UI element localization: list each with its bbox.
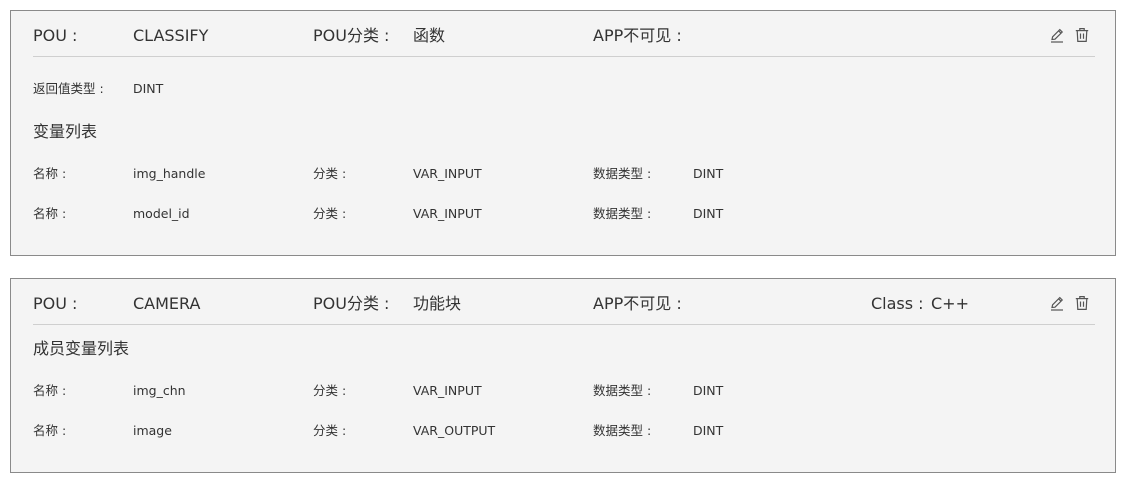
app-invisible-label: APP不可见 : xyxy=(593,26,682,45)
trash-icon xyxy=(1074,27,1090,43)
edit-button[interactable] xyxy=(1049,295,1065,311)
pou-card-camera: POU : CAMERA POU分类 : 功能块 APP不可见 : Class … xyxy=(10,278,1116,473)
header-divider xyxy=(33,56,1095,57)
variable-type: DINT xyxy=(693,166,724,181)
variable-class-label: 分类 : xyxy=(313,206,347,221)
delete-button[interactable] xyxy=(1074,27,1090,43)
class-label: Class : xyxy=(871,294,924,313)
variable-type: DINT xyxy=(693,383,724,398)
pou-name: CAMERA xyxy=(133,294,201,313)
variable-name: image xyxy=(133,423,172,438)
pou-label: POU : xyxy=(33,294,78,313)
pou-category-value: 功能块 xyxy=(413,294,462,313)
return-type-value: DINT xyxy=(133,81,164,96)
pou-card-classify: POU : CLASSIFY POU分类 : 函数 APP不可见 : 返回值类型… xyxy=(10,10,1116,256)
variable-class: VAR_INPUT xyxy=(413,383,482,398)
app-invisible-label: APP不可见 : xyxy=(593,294,682,313)
variable-class: VAR_INPUT xyxy=(413,166,482,181)
variable-name-label: 名称 : xyxy=(33,166,67,181)
variable-name: img_chn xyxy=(133,383,186,398)
variable-class: VAR_INPUT xyxy=(413,206,482,221)
trash-icon xyxy=(1074,295,1090,311)
variable-type-label: 数据类型 : xyxy=(593,206,652,221)
variable-class-label: 分类 : xyxy=(313,423,347,438)
pencil-icon xyxy=(1049,27,1065,43)
variable-type-label: 数据类型 : xyxy=(593,383,652,398)
pou-category-label: POU分类 : xyxy=(313,26,390,45)
variable-name-label: 名称 : xyxy=(33,383,67,398)
pou-category-value: 函数 xyxy=(413,26,446,45)
edit-button[interactable] xyxy=(1049,27,1065,43)
variable-name-label: 名称 : xyxy=(33,206,67,221)
variable-name: img_handle xyxy=(133,166,206,181)
variable-type: DINT xyxy=(693,423,724,438)
pou-label: POU : xyxy=(33,26,78,45)
variable-class-label: 分类 : xyxy=(313,383,347,398)
pou-name: CLASSIFY xyxy=(133,26,209,45)
variable-class: VAR_OUTPUT xyxy=(413,423,496,438)
class-value: C++ xyxy=(931,294,969,313)
pencil-icon xyxy=(1049,295,1065,311)
section-title: 变量列表 xyxy=(33,122,98,141)
variable-type-label: 数据类型 : xyxy=(593,423,652,438)
return-type-label: 返回值类型 : xyxy=(33,81,104,96)
section-title: 成员变量列表 xyxy=(33,339,130,358)
delete-button[interactable] xyxy=(1074,295,1090,311)
variable-class-label: 分类 : xyxy=(313,166,347,181)
pou-category-label: POU分类 : xyxy=(313,294,390,313)
variable-type-label: 数据类型 : xyxy=(593,166,652,181)
header-divider xyxy=(33,324,1095,325)
variable-type: DINT xyxy=(693,206,724,221)
variable-name: model_id xyxy=(133,206,190,221)
variable-name-label: 名称 : xyxy=(33,423,67,438)
